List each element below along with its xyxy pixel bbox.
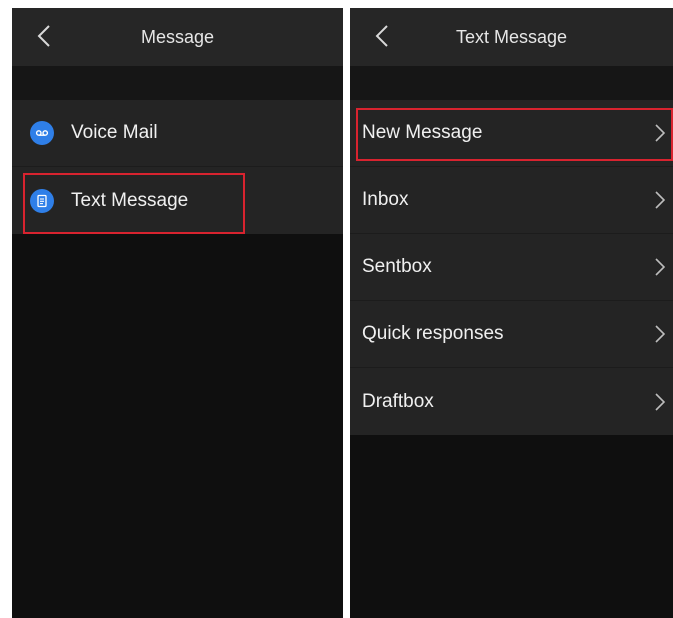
chevron-right-icon — [655, 258, 665, 276]
chevron-right-icon — [655, 124, 665, 142]
title-bar: Text Message — [350, 8, 673, 66]
menu-item-voice-mail[interactable]: Voice Mail — [12, 100, 343, 167]
menu-item-label: Text Message — [71, 189, 189, 211]
message-screen: Message Voice Mail Text Message — [12, 8, 343, 618]
menu-item-new-message[interactable]: New Message — [350, 100, 673, 167]
chevron-right-icon — [655, 325, 665, 343]
menu-item-label: Draftbox — [362, 390, 434, 412]
voicemail-icon — [30, 121, 54, 145]
menu-item-label: Quick responses — [362, 323, 504, 344]
menu-item-quick-responses[interactable]: Quick responses — [350, 301, 673, 368]
message-menu-list: Voice Mail Text Message — [12, 100, 343, 234]
document-icon — [30, 188, 54, 213]
menu-item-draftbox[interactable]: Draftbox — [350, 368, 673, 435]
title-bar: Message — [12, 8, 343, 66]
back-button[interactable] — [26, 18, 62, 54]
back-button[interactable] — [364, 18, 400, 54]
menu-item-sentbox[interactable]: Sentbox — [350, 234, 673, 301]
menu-item-label: Voice Mail — [71, 122, 158, 143]
text-message-menu-list: New Message Inbox Sentbox Quick response… — [350, 100, 673, 435]
chevron-right-icon — [655, 392, 665, 411]
menu-item-label: Inbox — [362, 189, 409, 210]
text-message-screen: Text Message New Message Inbox Sentbox Q… — [350, 8, 673, 618]
chevron-left-icon — [37, 25, 50, 47]
menu-item-label: Sentbox — [362, 256, 432, 277]
chevron-left-icon — [375, 25, 388, 47]
menu-item-label: New Message — [362, 122, 483, 143]
menu-item-text-message[interactable]: Text Message — [12, 167, 343, 234]
section-spacer — [12, 66, 343, 100]
chevron-right-icon — [655, 191, 665, 209]
section-spacer — [350, 66, 673, 100]
menu-item-inbox[interactable]: Inbox — [350, 167, 673, 234]
